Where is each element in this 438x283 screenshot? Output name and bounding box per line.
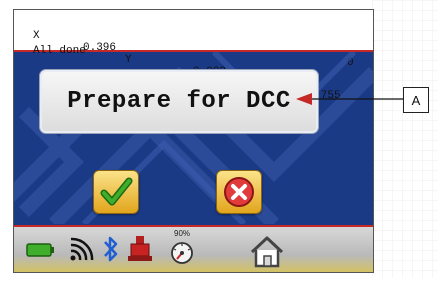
callout-arrowhead [296,93,312,105]
callout-label: A [403,87,429,113]
callout-overlay [296,93,403,105]
